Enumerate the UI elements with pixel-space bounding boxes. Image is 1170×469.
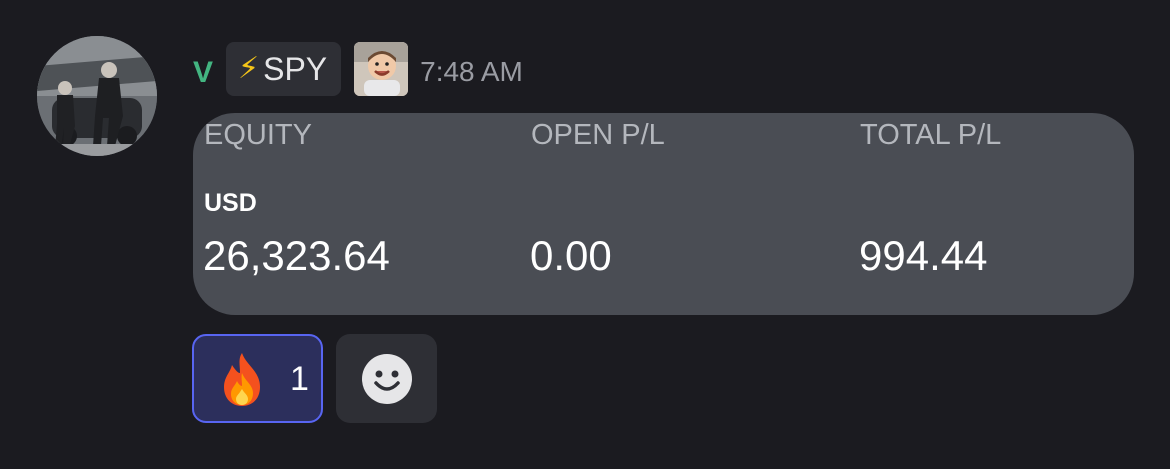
equity-header: EQUITY	[204, 119, 312, 151]
total-pl-header: TOTAL P/L	[860, 119, 1002, 151]
baby-avatar-icon	[354, 42, 409, 96]
lightning-bolt-icon: ⚡	[238, 52, 260, 85]
username[interactable]: V	[193, 58, 213, 88]
timestamp: 7:48 AM	[420, 56, 523, 87]
currency-label: USD	[204, 189, 257, 217]
open-pl-header: OPEN P/L	[531, 119, 665, 151]
fire-icon	[224, 352, 260, 406]
fire-reaction-button[interactable]: 1	[192, 334, 323, 423]
reactions-bar: 1	[192, 334, 437, 423]
role-name: SPY	[263, 51, 328, 87]
avatar-photo	[37, 36, 157, 156]
reaction-count: 1	[290, 359, 309, 398]
smiley-face-icon	[361, 353, 412, 404]
message-header: V ⚡ SPY 7:48 AM	[193, 41, 523, 97]
portfolio-embed: EQUITY OPEN P/L TOTAL P/L USD 26,323.64 …	[193, 113, 1134, 315]
role-tag[interactable]: ⚡ SPY	[226, 42, 342, 96]
add-reaction-button[interactable]	[336, 334, 437, 423]
equity-value: 26,323.64	[203, 232, 390, 279]
user-avatar[interactable]	[37, 36, 157, 156]
open-pl-value: 0.00	[530, 232, 612, 279]
chat-message: V ⚡ SPY 7:48 AM EQUITY OPEN P/L TOTAL P/…	[0, 0, 1170, 469]
total-pl-value: 994.44	[859, 232, 988, 279]
